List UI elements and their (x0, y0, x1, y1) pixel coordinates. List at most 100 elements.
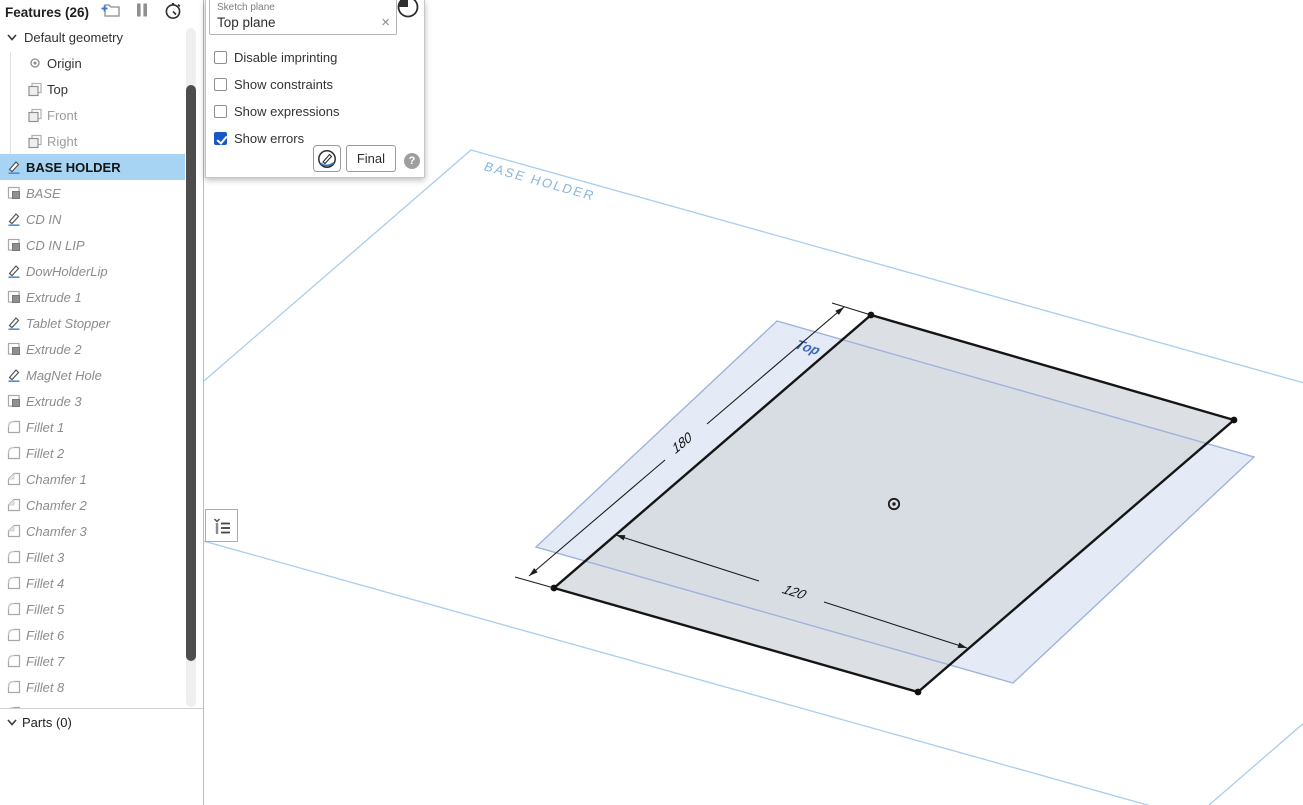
checkbox-show-expressions[interactable]: Show expressions (214, 98, 418, 125)
feature-label: Origin (47, 56, 82, 71)
chamfer-icon (6, 523, 22, 539)
feature-label: Chamfer 3 (26, 524, 87, 539)
sketch-pencil-icon (316, 148, 338, 170)
feature-label: BASE HOLDER (26, 160, 121, 175)
pause-button[interactable] (132, 2, 152, 22)
feature-item-chamfer-2[interactable]: Chamfer 2 (0, 492, 185, 518)
feature-label: Fillet 1 (26, 420, 64, 435)
sketch-feature-icon (396, 0, 420, 23)
feature-label: Extrude 3 (26, 394, 82, 409)
feature-item-top[interactable]: Top (0, 76, 185, 102)
fillet-icon (6, 627, 22, 643)
feature-list-flyout-button[interactable] (205, 509, 238, 542)
checkbox-unchecked-icon[interactable] (214, 105, 227, 118)
feature-label: Chamfer 1 (26, 472, 87, 487)
feature-label: MagNet Hole (26, 368, 102, 383)
fillet-icon (6, 679, 22, 695)
features-toolbar (101, 2, 203, 22)
feature-label: BASE (26, 186, 61, 201)
feature-item-partial[interactable] (0, 700, 185, 708)
plane-icon (27, 81, 43, 97)
fillet-icon (6, 445, 22, 461)
sketch-icon (6, 159, 22, 175)
fillet-icon (6, 575, 22, 591)
graphics-canvas[interactable]: BASE HOLDER Top 180 (204, 0, 1303, 805)
help-icon[interactable]: ? (404, 153, 420, 169)
feature-item-cd-in[interactable]: CD IN (0, 206, 185, 232)
features-header: Features (26) (0, 0, 203, 24)
feature-item-base[interactable]: BASE (0, 180, 185, 206)
commit-sketch-button[interactable] (313, 145, 341, 172)
sketch-plane-field-label: Sketch plane (210, 0, 396, 13)
feature-label: Fillet 5 (26, 602, 64, 617)
feature-item-fillet-4[interactable]: Fillet 4 (0, 570, 185, 596)
sketch-icon (6, 211, 22, 227)
fillet-icon (6, 601, 22, 617)
feature-item-extrude-2[interactable]: Extrude 2 (0, 336, 185, 362)
fillet-icon (6, 419, 22, 435)
tree-group-default-geometry[interactable]: Default geometry (0, 24, 185, 50)
extrude-icon (6, 341, 22, 357)
feature-item-right[interactable]: Right (0, 128, 185, 154)
extrude-icon (6, 289, 22, 305)
feature-item-magnet-hole[interactable]: MagNet Hole (0, 362, 185, 388)
feature-item-origin[interactable]: Origin (0, 50, 185, 76)
feature-label: Front (47, 108, 77, 123)
features-panel: Features (26) Default geometry Origin Top F… (0, 0, 203, 805)
checkbox-unchecked-icon[interactable] (214, 78, 227, 91)
feature-label: DowHolderLip (26, 264, 108, 279)
new-folder-button[interactable] (101, 2, 121, 22)
feature-item-fillet-5[interactable]: Fillet 5 (0, 596, 185, 622)
feature-item-fillet-2[interactable]: Fillet 2 (0, 440, 185, 466)
feature-label: CD IN LIP (26, 238, 85, 253)
feature-item-fillet-3[interactable]: Fillet 3 (0, 544, 185, 570)
clear-icon[interactable]: × (381, 16, 390, 30)
checkbox-show-constraints[interactable]: Show constraints (214, 71, 418, 98)
chamfer-icon (6, 497, 22, 513)
fillet-icon (6, 549, 22, 565)
feature-label: Fillet 4 (26, 576, 64, 591)
checkbox-label: Disable imprinting (234, 50, 337, 65)
feature-item-fillet-6[interactable]: Fillet 6 (0, 622, 185, 648)
parts-section-header[interactable]: Parts (0) (0, 709, 203, 735)
checkbox-label: Show expressions (234, 104, 340, 119)
chevron-down-icon (4, 29, 20, 45)
stopwatch-icon (163, 0, 183, 25)
feature-item-extrude-3[interactable]: Extrude 3 (0, 388, 185, 414)
tree-scrollbar-thumb[interactable] (186, 85, 196, 661)
feature-label: Fillet 7 (26, 654, 64, 669)
feature-label: Fillet 3 (26, 550, 64, 565)
feature-label: Fillet 2 (26, 446, 64, 461)
feature-tree: Default geometry Origin Top Front Right BASE … (0, 24, 185, 708)
feature-item-fillet-1[interactable]: Fillet 1 (0, 414, 185, 440)
final-button[interactable]: Final (346, 145, 396, 172)
checkbox-label: Show errors (234, 131, 304, 146)
feature-item-front[interactable]: Front (0, 102, 185, 128)
stopwatch-button[interactable] (163, 2, 183, 22)
checkbox-checked-icon[interactable] (214, 132, 227, 145)
feature-item-fillet-8[interactable]: Fillet 8 (0, 674, 185, 700)
feature-item-tablet-stopper[interactable]: Tablet Stopper (0, 310, 185, 336)
feature-item-chamfer-1[interactable]: Chamfer 1 (0, 466, 185, 492)
feature-item-fillet-7[interactable]: Fillet 7 (0, 648, 185, 674)
feature-item-extrude-1[interactable]: Extrude 1 (0, 284, 185, 310)
feature-label: Fillet 8 (26, 680, 64, 695)
features-title: Features (26) (0, 5, 89, 20)
new-folder-icon (100, 1, 122, 24)
checkbox-unchecked-icon[interactable] (214, 51, 227, 64)
checkbox-disable-imprinting[interactable]: Disable imprinting (214, 44, 418, 71)
plane-icon (27, 107, 43, 123)
sketch-icon (6, 315, 22, 331)
feature-label: Default geometry (24, 30, 123, 45)
extrude-icon (6, 237, 22, 253)
feature-item-base-holder[interactable]: BASE HOLDER (0, 154, 185, 180)
feature-label: Extrude 2 (26, 342, 82, 357)
feature-item-dowholderlip[interactable]: DowHolderLip (0, 258, 185, 284)
sketch-icon (6, 367, 22, 383)
sketch-plane-field[interactable]: Sketch plane Top plane × (209, 0, 397, 35)
feature-item-chamfer-3[interactable]: Chamfer 3 (0, 518, 185, 544)
sketch-dialog: Sketch plane Top plane × Disable imprint… (205, 0, 425, 178)
checkbox-label: Show constraints (234, 77, 333, 92)
feature-item-cd-in-lip[interactable]: CD IN LIP (0, 232, 185, 258)
sketch-plane-field-value: Top plane (217, 15, 381, 30)
